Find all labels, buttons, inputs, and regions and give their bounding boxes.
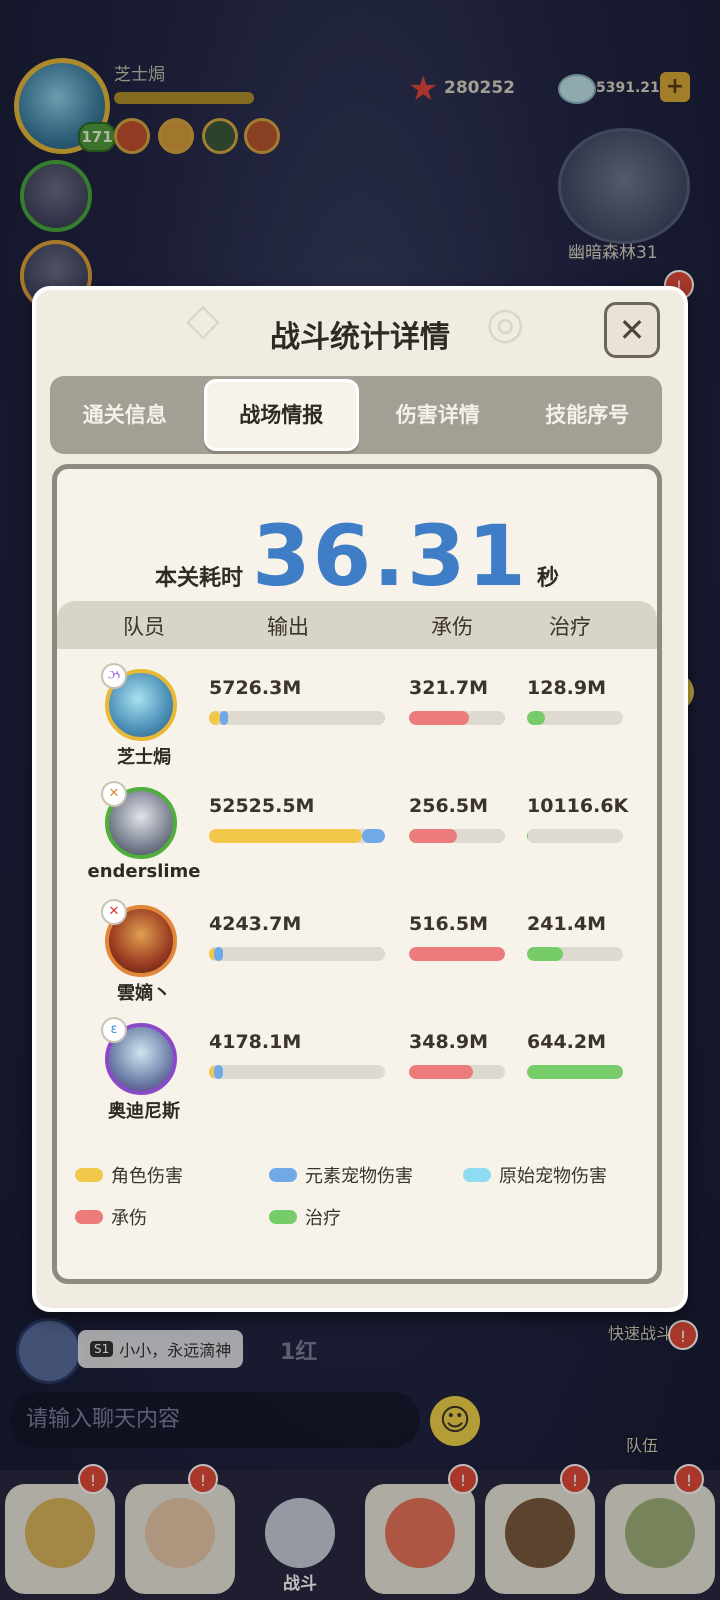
tank-fill	[409, 829, 457, 843]
tab-bar: 通关信息 战场情报 伤害详情 技能序号	[50, 376, 662, 454]
heal-bar	[527, 947, 623, 961]
output-pet-fill	[214, 947, 224, 961]
output-value: 4178.1M	[209, 1031, 302, 1053]
tank-fill	[409, 1065, 474, 1079]
legend-swatch	[75, 1168, 103, 1182]
member-row[interactable]: ઝ 芝士焗 5726.3M 321.7M 128.9M	[57, 663, 657, 783]
heal-value: 241.4M	[527, 913, 607, 935]
element-icon: ઝ	[101, 663, 127, 689]
output-pet-fill	[219, 711, 229, 725]
heal-fill	[527, 1065, 623, 1079]
output-bar	[209, 1065, 385, 1079]
column-header: 队员 输出 承伤 治疗	[57, 601, 657, 649]
output-value: 4243.7M	[209, 913, 302, 935]
time-row: 本关耗时 36.31 秒	[57, 507, 657, 605]
member-row[interactable]: ✕ enderslime 52525.5M 256.5M 10116.6K	[57, 781, 657, 901]
legend-item: 承伤	[75, 1203, 295, 1231]
legend-label: 原始宠物伤害	[499, 1166, 607, 1187]
legend-item: 元素宠物伤害	[269, 1161, 489, 1189]
tank-value: 348.9M	[409, 1031, 489, 1053]
element-icon: ✕	[101, 899, 127, 925]
tank-fill	[409, 947, 505, 961]
tab-skill-order[interactable]: 技能序号	[513, 382, 663, 448]
heal-fill	[527, 711, 546, 725]
tab-clear-info[interactable]: 通关信息	[50, 382, 200, 448]
output-char-fill	[209, 829, 363, 843]
legend-item: 角色伤害	[75, 1161, 295, 1189]
output-bar	[209, 711, 385, 725]
legend-swatch	[269, 1210, 297, 1224]
close-button[interactable]: ✕	[604, 302, 660, 358]
output-bar	[209, 947, 385, 961]
dialog-title: 战斗统计详情	[270, 320, 450, 355]
member-name: 奥迪尼斯	[108, 1101, 180, 1122]
output-pet-fill	[214, 1065, 224, 1079]
legend-label: 承伤	[111, 1208, 147, 1229]
heal-bar	[527, 829, 623, 843]
output-value: 5726.3M	[209, 677, 302, 699]
tank-value: 256.5M	[409, 795, 489, 817]
member-name: 芝士焗	[117, 747, 171, 768]
legend-item: 治疗	[269, 1203, 489, 1231]
battle-stats-dialog: ◇ ◎ 战斗统计详情 ✕ 通关信息 战场情报 伤害详情 技能序号 本关耗时 36…	[32, 286, 688, 1312]
legend-swatch	[463, 1168, 491, 1182]
tank-bar	[409, 829, 505, 843]
heal-value: 10116.6K	[527, 795, 629, 817]
heal-bar	[527, 711, 623, 725]
member-row[interactable]: ✕ 雲嫡丶 4243.7M 516.5M 241.4M	[57, 899, 657, 1019]
tab-damage-detail[interactable]: 伤害详情	[363, 382, 513, 448]
legend-label: 治疗	[305, 1208, 341, 1229]
legend-item: 原始宠物伤害	[463, 1161, 683, 1189]
heal-bar	[527, 1065, 623, 1079]
tank-value: 321.7M	[409, 677, 489, 699]
stats-panel: 本关耗时 36.31 秒 队员 输出 承伤 治疗 ઝ 芝士焗 5726.3M 3…	[52, 464, 662, 1284]
output-bar	[209, 829, 385, 843]
output-char-fill	[209, 711, 220, 725]
tab-battle-intel[interactable]: 战场情报	[203, 379, 359, 451]
col-heal: 治疗	[549, 615, 591, 639]
heal-value: 128.9M	[527, 677, 607, 699]
col-tank: 承伤	[431, 615, 473, 639]
tank-bar	[409, 1065, 505, 1079]
element-icon: ✕	[101, 781, 127, 807]
member-name: 雲嫡丶	[117, 983, 171, 1004]
legend-label: 角色伤害	[111, 1166, 183, 1187]
element-icon: ε	[101, 1017, 127, 1043]
heal-value: 644.2M	[527, 1031, 607, 1053]
time-value: 36.31	[252, 507, 528, 605]
time-unit: 秒	[536, 566, 559, 591]
col-output: 输出	[267, 615, 309, 639]
tank-value: 516.5M	[409, 913, 489, 935]
legend-swatch	[269, 1168, 297, 1182]
legend-swatch	[75, 1210, 103, 1224]
heal-fill	[527, 829, 529, 843]
member-name: enderslime	[87, 861, 201, 882]
legend-label: 元素宠物伤害	[305, 1166, 413, 1187]
time-label: 本关耗时	[155, 566, 244, 591]
col-member: 队员	[123, 615, 165, 639]
member-row[interactable]: ε 奥迪尼斯 4178.1M 348.9M 644.2M	[57, 1017, 657, 1137]
output-pet-fill	[362, 829, 385, 843]
heal-fill	[527, 947, 563, 961]
tank-bar	[409, 947, 505, 961]
output-value: 52525.5M	[209, 795, 315, 817]
tank-fill	[409, 711, 469, 725]
tank-bar	[409, 711, 505, 725]
